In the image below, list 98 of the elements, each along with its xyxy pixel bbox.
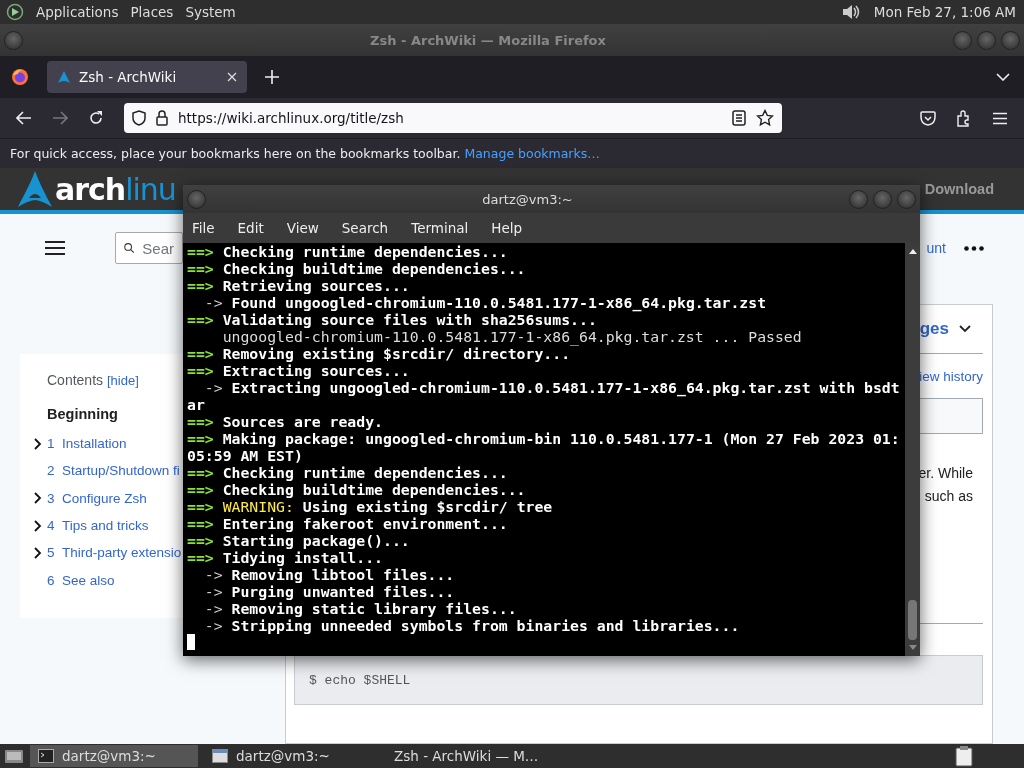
contents-item[interactable]: 2 Startup/Shutdown fi [34, 457, 180, 485]
more-options-icon[interactable] [964, 245, 984, 251]
menu-item[interactable]: Help [491, 220, 523, 236]
menu-logo-icon[interactable] [6, 3, 24, 21]
taskbar-button[interactable]: dartz@vm3:~ [30, 745, 198, 767]
star-icon[interactable] [756, 109, 774, 127]
browser-tab[interactable]: Zsh - ArchWiki [47, 61, 247, 93]
terminal-line: -> Purging unwanted files... [203, 583, 456, 600]
contents-item[interactable]: 1 Installation [34, 430, 127, 458]
terminal-line: ==> Checking runtime dependencies... [187, 243, 509, 260]
terminal-line: ==> Sources are ready. [187, 413, 384, 430]
menu-item[interactable]: View [286, 220, 319, 236]
arch-logo-icon[interactable] [17, 170, 53, 208]
contents-title: Contents [47, 372, 104, 388]
back-icon[interactable] [16, 111, 32, 125]
panel-menu[interactable]: System [185, 4, 236, 20]
window-menu-button[interactable] [187, 189, 206, 209]
firefox-icon[interactable] [11, 68, 29, 86]
reload-icon[interactable] [88, 110, 104, 126]
terminal-line: ungoogled-chromium-110.0.5481.177-1-x86_64.pkg.tar.zst ... Passed [221, 328, 803, 345]
panel-menu[interactable]: Places [130, 4, 174, 20]
menu-item[interactable]: Search [341, 220, 389, 236]
site-logo-text[interactable]: archlinu [55, 171, 176, 207]
search-field[interactable]: Sear [115, 232, 183, 264]
menu-item[interactable]: File [192, 220, 215, 236]
window-button[interactable] [977, 30, 996, 50]
terminal-line: ar [187, 396, 206, 413]
hide-link[interactable]: [hide] [106, 373, 139, 388]
chevron-right-icon[interactable] [34, 492, 42, 505]
window-button[interactable] [953, 30, 972, 50]
window-menu-button[interactable] [4, 30, 23, 50]
terminal-line: ==> WARNING: Using existing $srcdir/ tree [187, 498, 554, 515]
terminal-line: ==> Entering fakeroot environment... [187, 515, 509, 532]
terminal-line: ==> Checking buildtime dependencies... [187, 481, 527, 498]
chevron-down-icon [959, 325, 971, 333]
reader-view-icon[interactable] [732, 110, 746, 126]
chevron-right-icon[interactable] [34, 519, 42, 532]
window-button[interactable] [897, 189, 916, 209]
terminal-line: -> Removing static library files... [203, 600, 518, 617]
lock-icon[interactable] [156, 110, 168, 126]
hamburger-menu-icon[interactable] [45, 240, 65, 256]
article-text: such as [924, 487, 973, 505]
window-button[interactable] [873, 189, 892, 209]
terminal-line: -> Found ungoogled-chromium-110.0.5481.177-1-x86_64.pkg.tar.zst [203, 294, 768, 311]
clipboard-icon[interactable] [954, 745, 974, 767]
contents-item[interactable]: 5 Third-party extensio [34, 539, 182, 567]
scroll-up-icon[interactable] [907, 247, 918, 255]
text-cursor [187, 634, 195, 650]
menu-item[interactable]: Edit [237, 220, 264, 236]
contents-item[interactable]: 3 Configure Zsh [34, 484, 147, 512]
window-title: Zsh - ArchWiki — Mozilla Firefox [369, 32, 607, 48]
clock[interactable]: Mon Feb 27, 1:06 AM [873, 4, 1016, 20]
account-link[interactable]: unt [926, 240, 946, 256]
terminal-line: 05:59 AM EST) [187, 447, 304, 464]
terminal-line: ==> Making package: ungoogled-chromium-bin 110.0.5481.177-1 (Mon 27 Feb 2023 01: [187, 430, 901, 447]
menu-item[interactable]: Terminal [411, 220, 469, 236]
terminal-line: -> Extracting ungoogled-chromium-110.0.5481.177-1-x86_64.pkg.tar.zst with bsdt [203, 379, 901, 396]
terminal-line: ==> Checking runtime dependencies... [187, 464, 509, 481]
close-icon[interactable] [227, 72, 237, 82]
window-button[interactable] [849, 189, 868, 209]
terminal-line: ==> Removing existing $srcdir/ directory... [187, 345, 571, 362]
terminal-line: -> Stripping unneeded symbols from binaries and libraries... [203, 617, 741, 634]
taskbar-button[interactable]: Zsh - ArchWiki — M… [378, 745, 546, 767]
extensions-icon[interactable] [956, 109, 972, 127]
download-link[interactable]: Download [924, 181, 994, 197]
panel-menu[interactable]: Applications [36, 4, 119, 20]
window-title: dartz@vm3:~ [481, 191, 574, 207]
arch-logo-icon [57, 70, 71, 84]
pocket-icon[interactable] [920, 110, 936, 126]
menu-icon[interactable] [992, 111, 1008, 125]
contents-heading[interactable]: Beginning [47, 406, 118, 430]
manage-bookmarks-link[interactable]: Manage bookmarks… [464, 146, 600, 161]
bookmarks-hint: For quick access, place your bookmarks here on the bookmarks toolbar. [10, 146, 461, 161]
address-field[interactable]: https://wiki.archlinux.org/title/zsh [124, 103, 782, 133]
view-history-link[interactable]: iew history [919, 368, 983, 384]
chevron-down-icon[interactable] [996, 73, 1010, 81]
terminal-icon [38, 749, 54, 763]
window-button[interactable] [1001, 30, 1020, 50]
terminal-line: ==> Extracting sources... [187, 362, 411, 379]
terminal-line: ==> Retrieving sources... [187, 277, 411, 294]
new-tab-icon[interactable] [265, 70, 279, 84]
terminal-line: ==> Starting package()... [187, 532, 411, 549]
terminal-line: -> Removing libtool files... [203, 566, 456, 583]
chevron-right-icon[interactable] [34, 437, 42, 450]
contents-item[interactable]: 6 See also [34, 566, 115, 594]
scrollbar-thumb[interactable] [908, 600, 917, 640]
taskbar-button[interactable]: dartz@vm3:~ [204, 745, 372, 767]
chevron-right-icon[interactable] [34, 546, 42, 559]
scroll-down-icon[interactable] [907, 644, 918, 652]
show-desktop-icon[interactable] [4, 747, 24, 765]
contents-item[interactable]: 4 Tips and tricks [34, 511, 149, 540]
window-icon [212, 749, 228, 763]
terminal-line: ==> Checking buildtime dependencies... [187, 260, 527, 277]
shield-icon[interactable] [132, 110, 146, 126]
code-text: $ echo $SHELL [309, 672, 411, 688]
terminal-line: ==> Validating source files with sha256sums... [187, 311, 597, 328]
languages-button[interactable]: ges [919, 319, 971, 339]
terminal-line: ==> Tidying install... [187, 549, 384, 566]
